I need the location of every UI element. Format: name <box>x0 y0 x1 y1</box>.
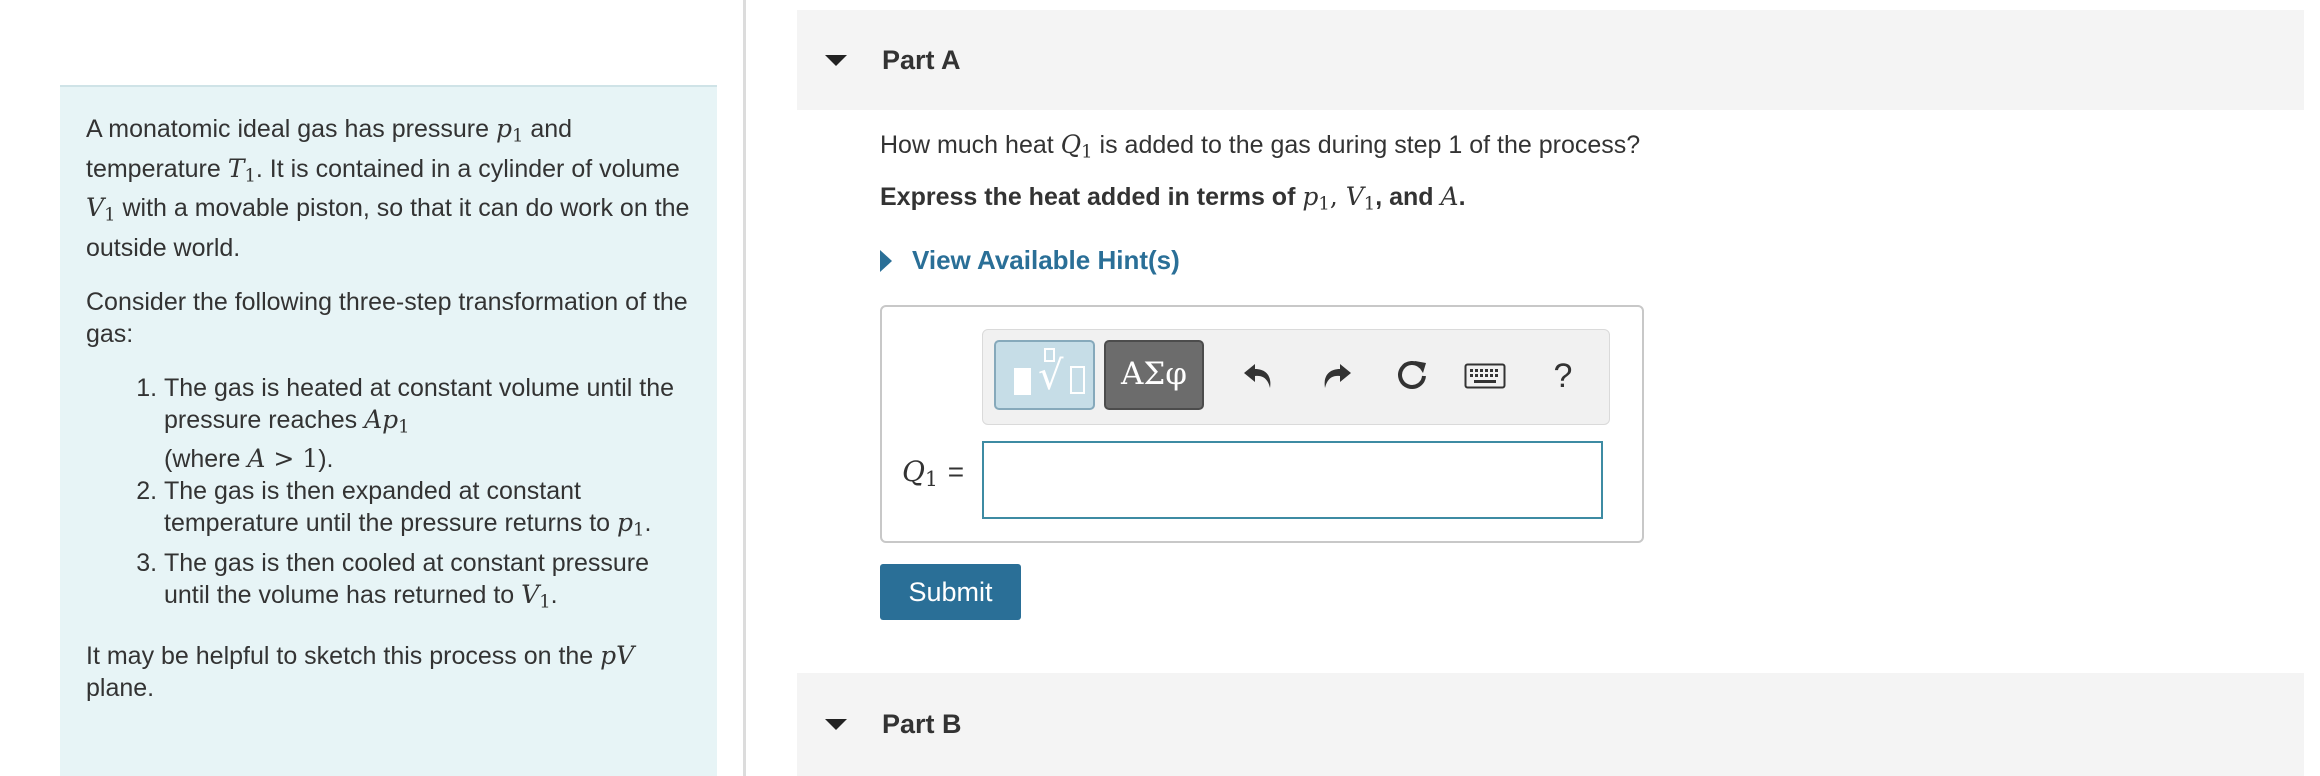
math-p1: p1 <box>617 508 645 541</box>
part-a-title: Part A <box>882 44 961 75</box>
intro-text: . It is contained in a cylinder of volum… <box>255 154 680 183</box>
submit-button[interactable]: Submit <box>880 564 1021 620</box>
instruction-text: Express the heat added in terms of p1, V… <box>880 182 1466 215</box>
math-A: A <box>247 444 266 473</box>
help-button[interactable]: ? <box>1539 352 1587 400</box>
answer-box: √ ΑΣφ ? Q1 = <box>880 305 1644 543</box>
keyboard-icon[interactable] <box>1461 352 1509 400</box>
reset-icon[interactable] <box>1388 352 1436 400</box>
intro-text: A monatomic ideal gas has pressure <box>86 115 496 143</box>
math-toolbar: √ ΑΣφ ? <box>982 329 1610 425</box>
intro-text: with a movable piston, so that it can do… <box>86 194 690 262</box>
templates-button[interactable]: √ <box>994 340 1095 410</box>
answer-label: Q1 = <box>902 455 965 492</box>
math-p1: p1 <box>495 114 524 147</box>
part-a-header[interactable]: Part A <box>797 10 2304 110</box>
step-item: The gas is heated at constant volume unt… <box>164 372 684 476</box>
math-A: A <box>1440 182 1459 211</box>
math-V1: V1 <box>1345 182 1376 215</box>
math-V1: V1 <box>521 579 551 613</box>
undo-icon[interactable] <box>1235 352 1283 400</box>
part-b-title: Part B <box>882 709 962 739</box>
math-Ap1: Ap1 <box>364 404 410 438</box>
answer-input[interactable] <box>982 441 1603 519</box>
radical-icon: √ <box>1038 353 1064 399</box>
step-item: The gas is then expanded at constant tem… <box>164 475 684 547</box>
problem-statement-panel: A monatomic ideal gas has pressure p1 an… <box>60 85 717 776</box>
math-Q1: Q1 <box>1060 130 1093 163</box>
template-radicand-icon <box>1070 366 1085 394</box>
expand-caret-icon <box>880 249 892 272</box>
view-hints-link[interactable]: View Available Hint(s) <box>880 245 1180 276</box>
template-block-icon <box>1014 368 1031 395</box>
sketch-hint-text: It may be helpful to sketch this process… <box>86 641 635 702</box>
vertical-divider <box>743 0 746 776</box>
collapse-caret-icon[interactable] <box>825 54 847 66</box>
step-item: The gas is then cooled at constant press… <box>164 547 684 619</box>
consider-text: Consider the following three-step transf… <box>86 287 688 348</box>
problem-intro: A monatomic ideal gas has pressure p1 an… <box>86 113 691 264</box>
collapse-caret-icon[interactable] <box>825 719 847 730</box>
question-text: How much heat Q1 is added to the gas dur… <box>880 130 1641 163</box>
math-V1: V1 <box>86 193 116 226</box>
math-p1: p1 <box>1302 182 1330 215</box>
redo-icon[interactable] <box>1312 352 1360 400</box>
math-gt-1: > 1 <box>265 444 319 473</box>
math-T1: T1 <box>227 153 256 187</box>
view-hints-label[interactable]: View Available Hint(s) <box>912 245 1180 276</box>
greek-symbols-button[interactable]: ΑΣφ <box>1104 340 1204 410</box>
math-pV: pV <box>600 641 635 670</box>
steps-list: The gas is heated at constant volume unt… <box>86 372 684 619</box>
part-b-header[interactable]: Part B <box>797 673 2304 776</box>
